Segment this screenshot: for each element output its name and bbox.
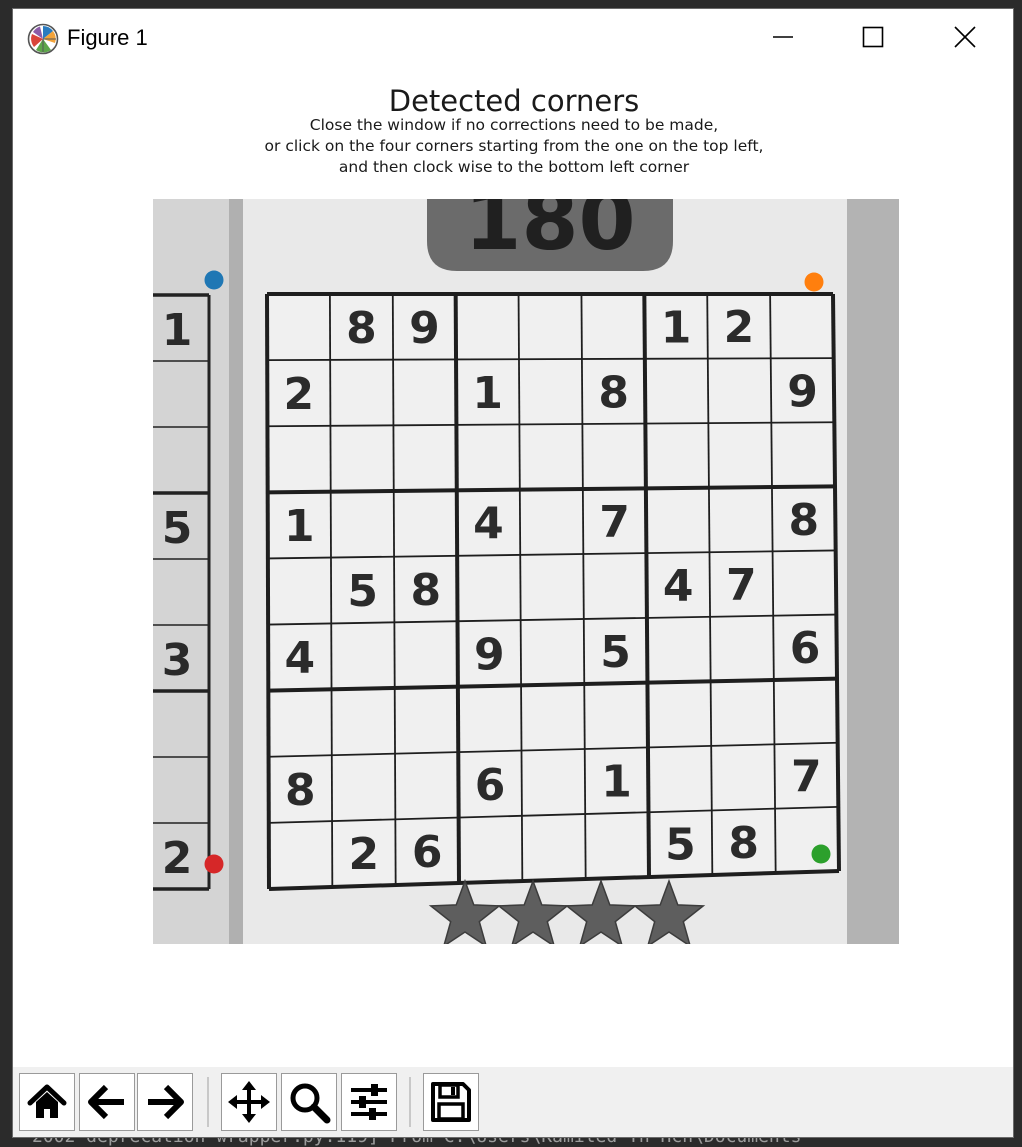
matplotlib-logo-icon xyxy=(27,23,59,55)
pan-button[interactable] xyxy=(221,1073,277,1131)
minimize-icon xyxy=(773,36,793,38)
sudoku-digit: 8 xyxy=(410,565,441,616)
corner-marker-top-left[interactable] xyxy=(204,270,224,290)
minimize-button[interactable] xyxy=(743,15,823,59)
sudoku-digit: 2 xyxy=(349,829,380,880)
configure-subplots-button[interactable] xyxy=(341,1073,397,1131)
sudoku-digit: 1 xyxy=(601,757,632,808)
grid-line-vertical xyxy=(265,293,271,890)
sudoku-digit: 4 xyxy=(473,499,504,550)
save-icon xyxy=(431,1082,471,1122)
sudoku-digit: 6 xyxy=(790,623,821,674)
figure-subtitle-line-1: Close the window if no corrections need … xyxy=(309,116,719,134)
sudoku-digit: 7 xyxy=(599,497,630,548)
side-column-digit: 3 xyxy=(162,635,193,686)
sudoku-digit: 6 xyxy=(475,760,506,811)
sudoku-digit: 5 xyxy=(347,566,378,617)
maximize-icon xyxy=(862,26,884,48)
sudoku-grid: 8 9 1 22 1 8 91 4 7 85 8 4 74 9 5 68 6 1 72 6 5 8 xyxy=(265,292,841,891)
sudoku-digit: 8 xyxy=(598,367,629,418)
side-column-digit: 2 xyxy=(162,833,193,884)
figure-subtitle-line-2: or click on the four corners starting fr… xyxy=(264,137,764,155)
sudoku-digit: 9 xyxy=(787,366,818,417)
figure-subtitle-line-3: and then clock wise to the bottom left c… xyxy=(338,158,690,176)
corner-marker-bottom-right[interactable] xyxy=(811,844,831,864)
sudoku-digit: 8 xyxy=(285,765,316,816)
home-button[interactable] xyxy=(19,1073,75,1131)
back-arrow-icon xyxy=(88,1084,124,1120)
sudoku-digit: 4 xyxy=(284,633,315,684)
back-button[interactable] xyxy=(79,1073,135,1131)
toolbar-separator xyxy=(207,1077,209,1127)
sudoku-digit: 9 xyxy=(409,303,440,354)
sudoku-digit: 1 xyxy=(284,501,315,552)
card-number: 180 xyxy=(464,199,635,269)
side-column-digit: 1 xyxy=(162,305,193,356)
figure-window: Figure 1 Detected corners Close the wind… xyxy=(12,8,1014,1138)
sudoku-digit: 8 xyxy=(728,818,759,869)
corner-marker-top-right[interactable] xyxy=(804,272,824,292)
close-button[interactable] xyxy=(925,15,1005,59)
sudoku-digit: 7 xyxy=(791,752,822,803)
forward-button[interactable] xyxy=(137,1073,193,1131)
sudoku-digit: 1 xyxy=(472,368,503,419)
sudoku-digit: 7 xyxy=(726,560,757,611)
close-icon xyxy=(954,26,976,48)
sudoku-digit: 5 xyxy=(665,820,696,871)
sudoku-digit: 8 xyxy=(346,303,377,354)
corner-marker-bottom-left[interactable] xyxy=(204,854,224,874)
toolbar-separator xyxy=(409,1077,411,1127)
pan-icon xyxy=(228,1081,270,1123)
sudoku-digit: 5 xyxy=(600,627,631,678)
sudoku-digit: 4 xyxy=(663,561,694,612)
sudoku-digit: 8 xyxy=(788,495,819,546)
sudoku-digit: 2 xyxy=(724,302,755,353)
maximize-button[interactable] xyxy=(833,15,913,59)
sudoku-digit: 1 xyxy=(661,302,692,353)
window-title: Figure 1 xyxy=(67,25,148,50)
image-axes[interactable]: 180 1532 8 9 1 22 1 8 91 4 7 85 8 4 74 9 5 68 6 1 72 6 5 8 xyxy=(153,199,899,944)
sudoku-digit: 6 xyxy=(412,827,443,878)
save-button[interactable] xyxy=(423,1073,479,1131)
title-bar: Figure 1 xyxy=(13,9,1013,69)
zoom-icon xyxy=(290,1083,331,1124)
navigation-toolbar xyxy=(13,1067,1013,1137)
figure-title: Detected corners xyxy=(388,84,640,118)
home-icon xyxy=(27,1084,67,1118)
sudoku-digit: 9 xyxy=(474,629,505,680)
forward-arrow-icon xyxy=(148,1084,184,1120)
left-card-edge xyxy=(229,199,243,944)
zoom-button[interactable] xyxy=(281,1073,337,1131)
configure-subplots-icon xyxy=(351,1084,387,1120)
sudoku-digit: 2 xyxy=(284,369,315,420)
right-card-edge xyxy=(847,199,899,944)
side-column-digit: 5 xyxy=(162,503,193,554)
